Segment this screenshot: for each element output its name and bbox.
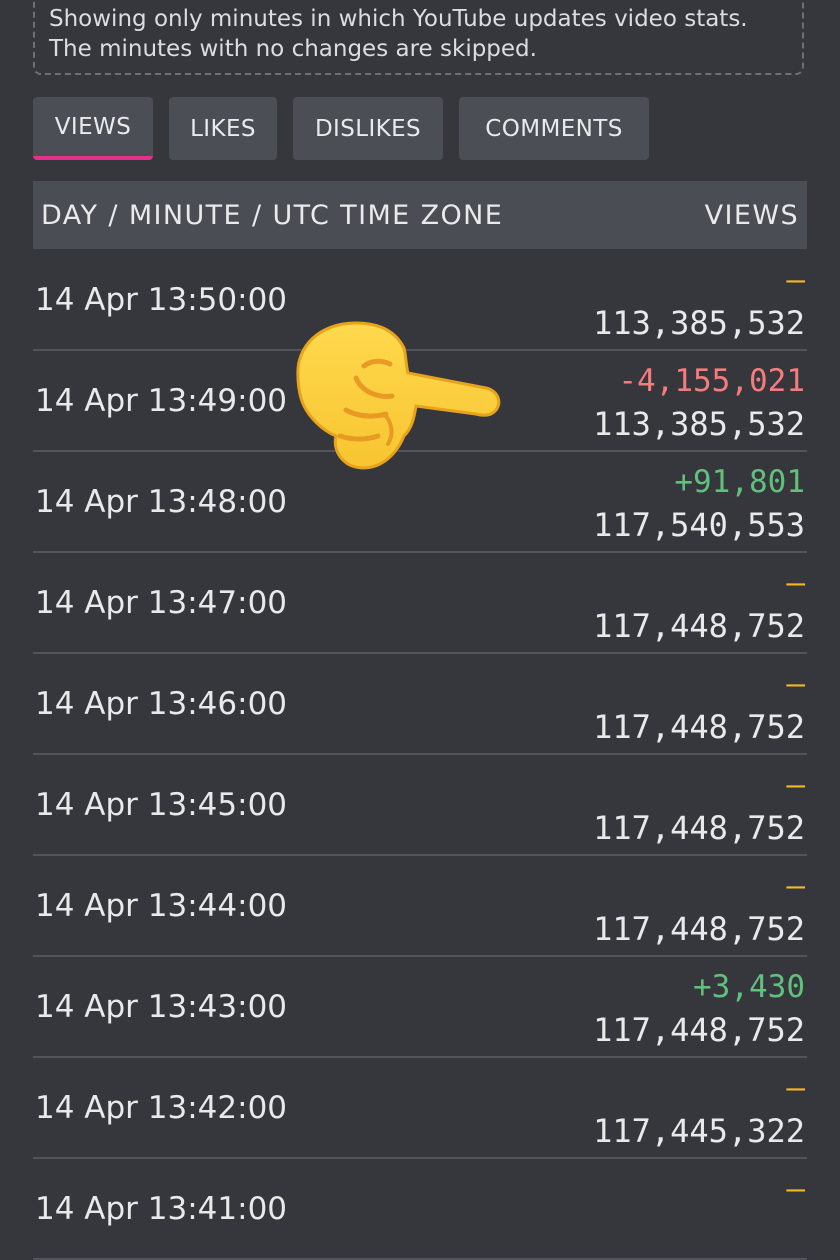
row-time: 14 Apr 13:48:00 [35, 484, 288, 520]
tab-likes-label: LIKES [190, 115, 256, 142]
row-change: -4,155,021 [618, 363, 805, 399]
row-time: 14 Apr 13:47:00 [35, 585, 288, 621]
table-header: DAY / MINUTE / UTC TIME ZONE VIEWS [33, 181, 807, 249]
row-change: — [786, 666, 805, 702]
table-row: 14 Apr 13:46:00 — 117,448,752 [33, 654, 807, 755]
table-row: 14 Apr 13:42:00 — 117,445,322 [33, 1058, 807, 1159]
table-row: 14 Apr 13:43:00 +3,430 117,448,752 [33, 957, 807, 1058]
table-row: 14 Apr 13:41:00 — [33, 1159, 807, 1260]
row-change: +91,801 [674, 464, 805, 500]
notice-text: Showing only minutes in which YouTube up… [49, 6, 748, 62]
pointing-hand-emoji-icon [296, 321, 501, 470]
row-time: 14 Apr 13:43:00 [35, 989, 288, 1025]
row-time: 14 Apr 13:46:00 [35, 686, 288, 722]
header-time-column: DAY / MINUTE / UTC TIME ZONE [41, 199, 504, 231]
row-change: — [786, 1070, 805, 1106]
row-total-views: 117,445,322 [593, 1112, 805, 1150]
tab-likes[interactable]: LIKES [169, 97, 277, 160]
row-total-views: 113,385,532 [593, 304, 805, 342]
tab-dislikes[interactable]: DISLIKES [293, 97, 443, 160]
row-time: 14 Apr 13:50:00 [35, 282, 288, 318]
row-time: 14 Apr 13:42:00 [35, 1090, 288, 1126]
row-total-views: 117,448,752 [593, 1011, 805, 1049]
tab-comments-label: COMMENTS [485, 115, 623, 142]
row-change: — [786, 767, 805, 803]
row-total-views: 117,448,752 [593, 607, 805, 645]
row-total-views: 117,540,553 [593, 506, 805, 544]
row-time: 14 Apr 13:45:00 [35, 787, 288, 823]
row-change: — [786, 868, 805, 904]
row-time: 14 Apr 13:44:00 [35, 888, 288, 924]
info-notice: Showing only minutes in which YouTube up… [33, 0, 804, 75]
stats-tabs: VIEWS LIKES DISLIKES COMMENTS [33, 97, 649, 160]
row-time: 14 Apr 13:49:00 [35, 383, 288, 419]
row-total-views: 117,448,752 [593, 809, 805, 847]
tab-comments[interactable]: COMMENTS [459, 97, 649, 160]
row-time: 14 Apr 13:41:00 [35, 1191, 288, 1227]
row-total-views: 117,448,752 [593, 708, 805, 746]
tab-views[interactable]: VIEWS [33, 97, 153, 160]
table-row: 14 Apr 13:47:00 — 117,448,752 [33, 553, 807, 654]
tab-dislikes-label: DISLIKES [314, 115, 422, 142]
row-change: — [786, 1171, 805, 1207]
row-total-views: 113,385,532 [593, 405, 805, 443]
row-change: +3,430 [693, 969, 805, 1005]
row-change: — [786, 262, 805, 298]
row-total-views: 117,448,752 [593, 910, 805, 948]
header-views-column: VIEWS [704, 199, 799, 231]
row-change: — [786, 565, 805, 601]
table-row: 14 Apr 13:44:00 — 117,448,752 [33, 856, 807, 957]
table-row: 14 Apr 13:45:00 — 117,448,752 [33, 755, 807, 856]
tab-views-label: VIEWS [54, 113, 132, 140]
